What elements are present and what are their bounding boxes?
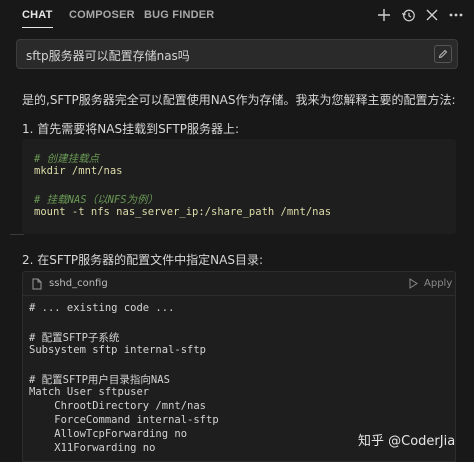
plus-icon[interactable] xyxy=(374,5,394,25)
tab-composer[interactable]: COMPOSER xyxy=(69,0,135,30)
code-line: Subsystem sftp internal-sftp xyxy=(29,344,207,356)
answer-step-2: 2. 在SFTP服务器的配置文件中指定NAS目录: xyxy=(22,253,263,267)
code-block-header: sshd_config Apply xyxy=(23,272,455,296)
code-line: # 挂载NAS（以NFS为例） xyxy=(34,194,159,206)
code-line: X11Forwarding no xyxy=(29,442,156,454)
watermark: 知乎 @CoderJia xyxy=(358,434,456,449)
pencil-icon[interactable] xyxy=(434,45,452,63)
code-line: mkdir /mnt/nas xyxy=(34,165,123,177)
apply-button[interactable]: Apply xyxy=(424,278,452,289)
play-icon[interactable] xyxy=(409,278,419,290)
code-line: # 创建挂载点 xyxy=(34,153,100,165)
user-question-text: sftp服务器可以配置存储nas吗 xyxy=(26,49,190,63)
code-line: mount -t nfs nas_server_ip:/share_path /… xyxy=(34,206,332,218)
code-line: Match User sftpuser xyxy=(29,386,150,398)
more-icon[interactable] xyxy=(446,5,466,25)
code-line: ForceCommand internal-sftp xyxy=(29,414,219,426)
top-tab-bar: CHAT COMPOSER BUG FINDER xyxy=(0,0,474,30)
answer-intro: 是的,SFTP服务器完全可以配置使用NAS作为存储。我来为您解释主要的配置方法: xyxy=(22,93,456,107)
file-name: sshd_config xyxy=(49,278,108,289)
code-line: # 配置SFTP用户目录指向NAS xyxy=(29,374,170,386)
user-question-box[interactable]: sftp服务器可以配置存储nas吗 xyxy=(16,39,458,69)
code-line: # ... existing code ... xyxy=(29,302,175,314)
tab-chat[interactable]: CHAT xyxy=(22,0,53,30)
code-line: ChrootDirectory /mnt/nas xyxy=(29,400,207,412)
close-icon[interactable] xyxy=(422,5,442,25)
code-block-mount: # 创建挂载点 mkdir /mnt/nas # 挂载NAS（以NFS为例） m… xyxy=(22,139,456,234)
history-icon[interactable] xyxy=(398,5,418,25)
tab-bug-finder[interactable]: BUG FINDER xyxy=(144,0,214,30)
code-line: # 配置SFTP子系统 xyxy=(29,332,120,344)
code-line: AllowTcpForwarding no xyxy=(29,428,188,440)
divider xyxy=(10,234,24,235)
answer-step-1: 1. 首先需要将NAS挂载到SFTP服务器上: xyxy=(22,122,239,136)
file-icon xyxy=(32,278,42,290)
